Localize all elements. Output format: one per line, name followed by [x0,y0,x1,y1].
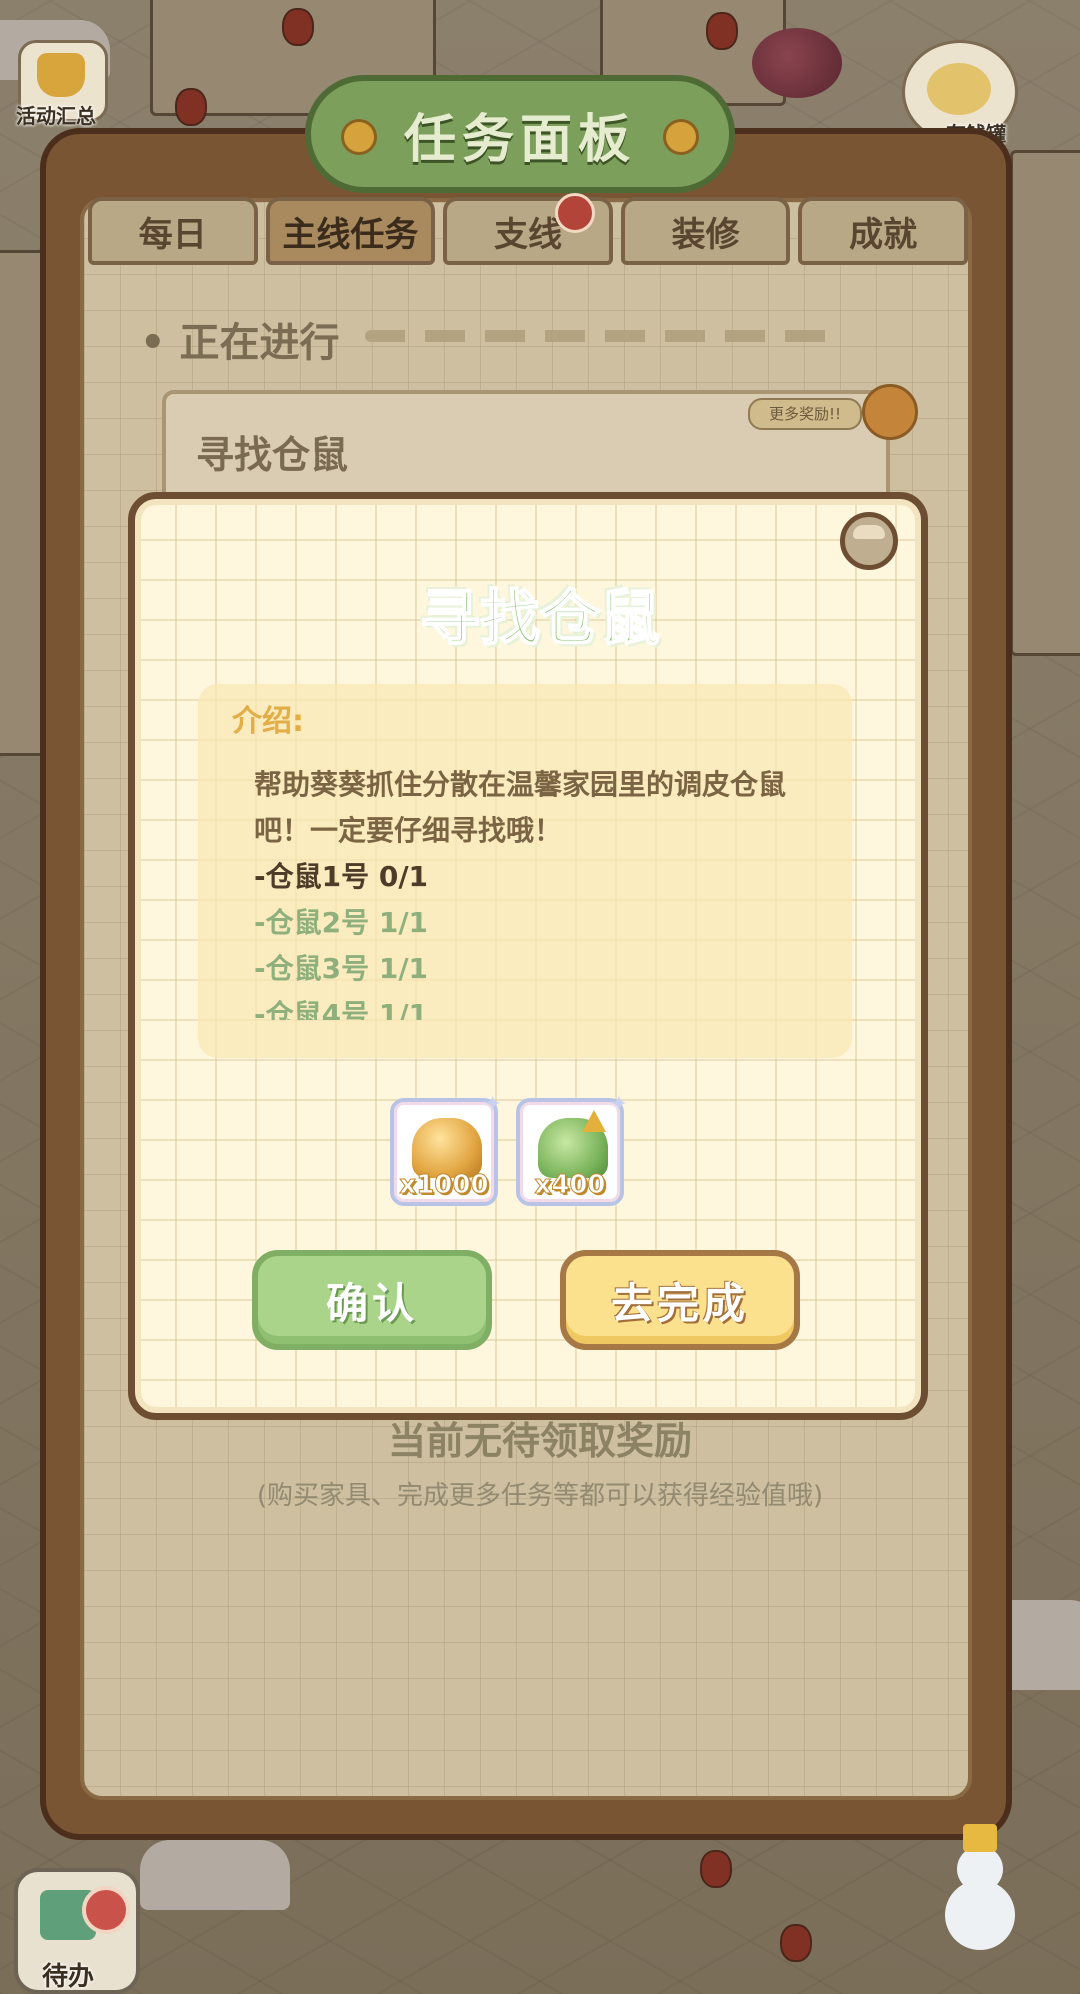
tab-label: 支线 [493,214,562,255]
no-reward-hint: (购买家具、完成更多任务等都可以获得经验值哦) [256,1481,824,1511]
notification-flower-icon [82,1886,130,1934]
sparkle-icon: ✦ [609,1092,628,1117]
tab-side-quest[interactable]: 支线 [443,193,613,265]
task-tabs: 每日 主线任务 支线 装修 成就 [88,193,968,265]
todo-label: 待办 [42,1962,95,1992]
confirm-label: 确认 [325,1278,418,1328]
section-in-progress-label: 正在进行 [179,320,340,366]
tab-label: 装修 [671,214,740,255]
reward-amount: x1000 [399,1170,489,1201]
task-card-title: 寻找仓鼠 [196,433,349,477]
plus-icon[interactable] [862,384,918,440]
reward-gold[interactable]: ✦ x1000 [390,1092,502,1206]
tab-decoration[interactable]: 装修 [620,197,791,265]
section-divider [365,330,845,342]
crown-icon [37,53,85,97]
confirm-button[interactable]: 确认 [252,1250,492,1350]
go-complete-button[interactable]: 去完成 [560,1250,800,1350]
flower-icon [663,119,699,155]
close-button[interactable] [840,512,898,570]
tab-label: 每日 [138,214,207,255]
tab-achievements[interactable]: 成就 [798,197,968,265]
sparkle-icon: ✦ [483,1092,502,1117]
intro-label: 介绍: [232,704,304,739]
snowman-hat [963,1824,997,1852]
snowman-head [957,1846,1003,1892]
up-arrow-icon [582,1110,606,1132]
section-in-progress-title: • 正在进行 [140,320,340,366]
go-complete-label: 去完成 [610,1278,749,1328]
reward-list: ✦ x1000 ✦ x400 [390,1092,628,1206]
reward-exp[interactable]: ✦ x400 [516,1092,628,1206]
tab-daily[interactable]: 每日 [88,197,258,265]
intro-scroll-area[interactable]: 帮助葵葵抓住分散在温馨家园里的调皮仓鼠吧！一定要仔细寻找哦！ -仓鼠1号 0/1… [254,762,814,1020]
quest-item: -仓鼠3号 1/1 [254,952,429,985]
tab-label: 主线任务 [282,214,419,255]
snowman-decoration [935,1824,1025,1950]
quest-item: -仓鼠4号 1/1 [254,998,429,1020]
quest-item: -仓鼠2号 1/1 [254,906,429,939]
notification-flower-icon [554,193,595,233]
quest-item: -仓鼠1号 0/1 [254,860,429,893]
piggy-bank-icon [927,63,991,115]
gold-coins-icon [412,1118,482,1178]
modal-title: 寻找仓鼠 [419,583,661,655]
tab-main-quest[interactable]: 主线任务 [265,197,436,265]
intro-description: 帮助葵葵抓住分散在温馨家园里的调皮仓鼠吧！一定要仔细寻找哦！ [254,768,787,847]
tab-label: 成就 [849,214,918,255]
more-rewards-badge: 更多奖励!! [748,398,862,430]
flower-icon [341,119,377,155]
task-board-title: 任务面板 [403,109,636,170]
reward-amount: x400 [534,1170,606,1201]
activity-summary-label: 活动汇总 [16,104,96,128]
task-board-title-plate: 任务面板 [305,75,735,193]
